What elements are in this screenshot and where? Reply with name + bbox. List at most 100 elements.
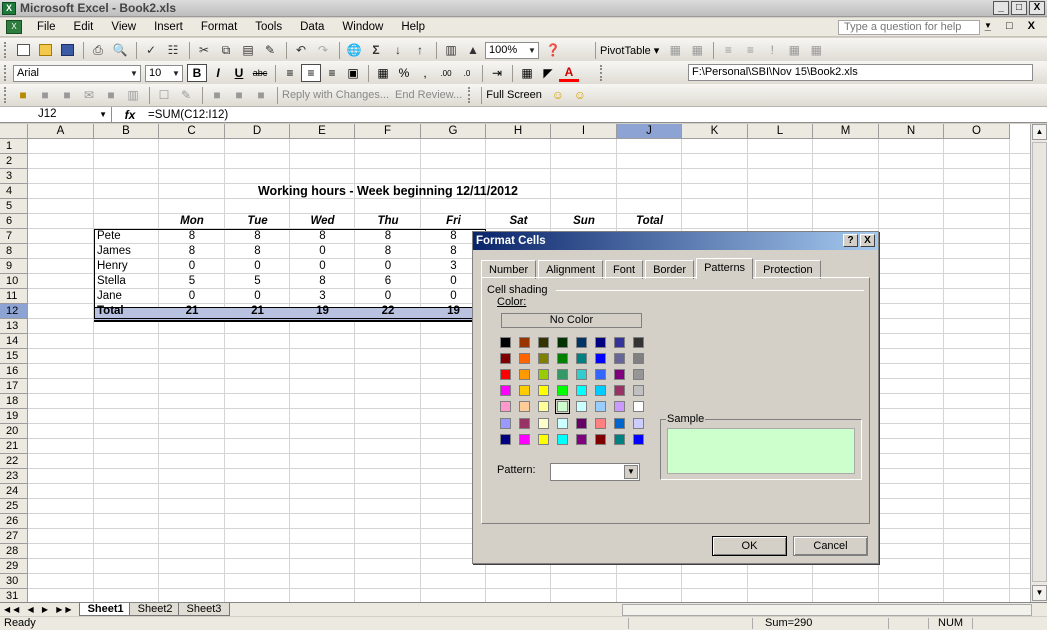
sort-descending-icon[interactable]: ↑ <box>410 41 430 59</box>
review-icon[interactable]: ■ <box>35 86 55 104</box>
column-header-f[interactable]: F <box>355 124 421 139</box>
discuss-icon[interactable]: ■ <box>101 86 121 104</box>
color-swatch[interactable] <box>633 385 644 396</box>
column-header-k[interactable]: K <box>682 124 748 139</box>
font-color-icon[interactable]: A <box>559 64 579 82</box>
column-header-o[interactable]: O <box>944 124 1010 139</box>
smiley-icon[interactable]: ☺ <box>570 86 590 104</box>
align-right-icon[interactable]: ≡ <box>322 64 342 82</box>
vertical-scrollbar[interactable]: ▲ ▼ <box>1030 124 1047 602</box>
color-swatch[interactable] <box>633 401 644 412</box>
row-header-7[interactable]: 7 <box>0 229 28 244</box>
smiley-icon[interactable]: ☺ <box>548 86 568 104</box>
row-header-15[interactable]: 15 <box>0 349 28 364</box>
color-swatch[interactable] <box>557 337 568 348</box>
color-swatch[interactable] <box>500 337 511 348</box>
row-header-22[interactable]: 22 <box>0 454 28 469</box>
mail-icon[interactable]: ✉ <box>79 86 99 104</box>
row-header-16[interactable]: 16 <box>0 364 28 379</box>
underline-button[interactable]: U <box>229 64 249 82</box>
color-swatch[interactable] <box>595 385 606 396</box>
color-swatch[interactable] <box>595 353 606 364</box>
help-icon[interactable]: ❓ <box>543 41 563 59</box>
color-swatch[interactable] <box>576 369 587 380</box>
sheet-tab-sheet1[interactable]: Sheet1 <box>78 603 133 616</box>
cut-icon[interactable]: ✂ <box>194 41 214 59</box>
color-swatch[interactable] <box>595 401 606 412</box>
row-header-8[interactable]: 8 <box>0 244 28 259</box>
color-swatch[interactable] <box>576 385 587 396</box>
new-icon[interactable] <box>13 41 33 59</box>
comment-icon[interactable]: ☐ <box>154 86 174 104</box>
tab-navigation-icons[interactable]: ◀◀ ◀ ▶ ▶▶ <box>0 605 79 614</box>
color-swatch[interactable] <box>614 434 625 445</box>
save-icon[interactable] <box>57 41 77 59</box>
spelling-icon[interactable]: ✓ <box>141 41 161 59</box>
review-icon[interactable]: ■ <box>57 86 77 104</box>
scroll-up-icon[interactable]: ▲ <box>1032 124 1047 140</box>
column-header-h[interactable]: H <box>486 124 551 139</box>
zoom-select[interactable]: 100% ▼ <box>485 41 539 59</box>
dialog-close-button[interactable]: X <box>860 234 875 247</box>
row-header-24[interactable]: 24 <box>0 484 28 499</box>
row-header-12[interactable]: 12 <box>0 304 28 319</box>
menu-help[interactable]: Help <box>392 21 434 33</box>
row-header-28[interactable]: 28 <box>0 544 28 559</box>
row-header-17[interactable]: 17 <box>0 379 28 394</box>
horizontal-scrollbar[interactable] <box>622 604 1032 616</box>
day-header[interactable]: Sat <box>486 214 551 229</box>
sheet-title[interactable]: Working hours - Week beginning 12/11/201… <box>94 184 682 199</box>
color-swatch[interactable] <box>614 369 625 380</box>
color-swatch[interactable] <box>500 418 511 429</box>
color-swatch[interactable] <box>500 401 511 412</box>
close-window-button[interactable]: X <box>1029 1 1045 15</box>
sheet-tab-sheet3[interactable]: Sheet3 <box>177 603 231 616</box>
color-swatch[interactable] <box>595 337 606 348</box>
color-swatch[interactable] <box>614 385 625 396</box>
toolbar-grip[interactable] <box>4 87 10 103</box>
color-swatch[interactable] <box>500 434 511 445</box>
color-swatch[interactable] <box>519 401 530 412</box>
color-swatch[interactable] <box>576 418 587 429</box>
font-name-select[interactable]: Arial ▼ <box>13 64 141 82</box>
color-swatch[interactable] <box>576 401 587 412</box>
color-swatch[interactable] <box>500 385 511 396</box>
toolbar-grip[interactable] <box>4 65 10 81</box>
name-box[interactable]: J12 ▼ <box>0 107 112 122</box>
formula-input[interactable]: =SUM(C12:I12) <box>148 109 228 121</box>
row-header-3[interactable]: 3 <box>0 169 28 184</box>
include-hidden-icon[interactable]: ▦ <box>784 41 804 59</box>
scroll-thumb[interactable] <box>1032 142 1047 582</box>
color-swatch[interactable] <box>557 353 568 364</box>
autosum-icon[interactable]: Σ <box>366 41 386 59</box>
print-icon[interactable]: ⎙ <box>88 41 108 59</box>
chevron-down-icon[interactable]: ▼ <box>99 107 107 122</box>
day-header[interactable]: Thu <box>355 214 421 229</box>
menu-format[interactable]: Format <box>192 21 246 33</box>
dialog-help-button[interactable]: ? <box>843 234 858 247</box>
day-header[interactable]: Sun <box>551 214 617 229</box>
color-swatch[interactable] <box>500 353 511 364</box>
redo-icon[interactable]: ↷ <box>313 41 333 59</box>
menu-window[interactable]: Window <box>333 21 392 33</box>
color-swatch[interactable] <box>633 434 644 445</box>
menu-view[interactable]: View <box>102 21 145 33</box>
row-header-4[interactable]: 4 <box>0 184 28 199</box>
increase-decimal-icon[interactable]: .00 <box>436 64 456 82</box>
column-header-e[interactable]: E <box>290 124 355 139</box>
full-screen-button[interactable]: Full Screen <box>486 89 542 101</box>
menu-insert[interactable]: Insert <box>145 21 192 33</box>
day-header[interactable]: Fri <box>421 214 486 229</box>
color-swatch[interactable] <box>500 369 511 380</box>
borders-icon[interactable]: ▦ <box>517 64 537 82</box>
color-swatch[interactable] <box>614 337 625 348</box>
column-header-b[interactable]: B <box>94 124 159 139</box>
chevron-down-icon[interactable]: ▼ <box>624 465 638 479</box>
research-icon[interactable]: ☷ <box>163 41 183 59</box>
color-swatch[interactable] <box>557 418 568 429</box>
cancel-button[interactable]: Cancel <box>793 536 868 556</box>
minimize-button[interactable]: _ <box>993 1 1009 15</box>
row-header-29[interactable]: 29 <box>0 559 28 574</box>
day-header[interactable]: Total <box>617 214 682 229</box>
sheet-tab-sheet2[interactable]: Sheet2 <box>128 603 182 616</box>
